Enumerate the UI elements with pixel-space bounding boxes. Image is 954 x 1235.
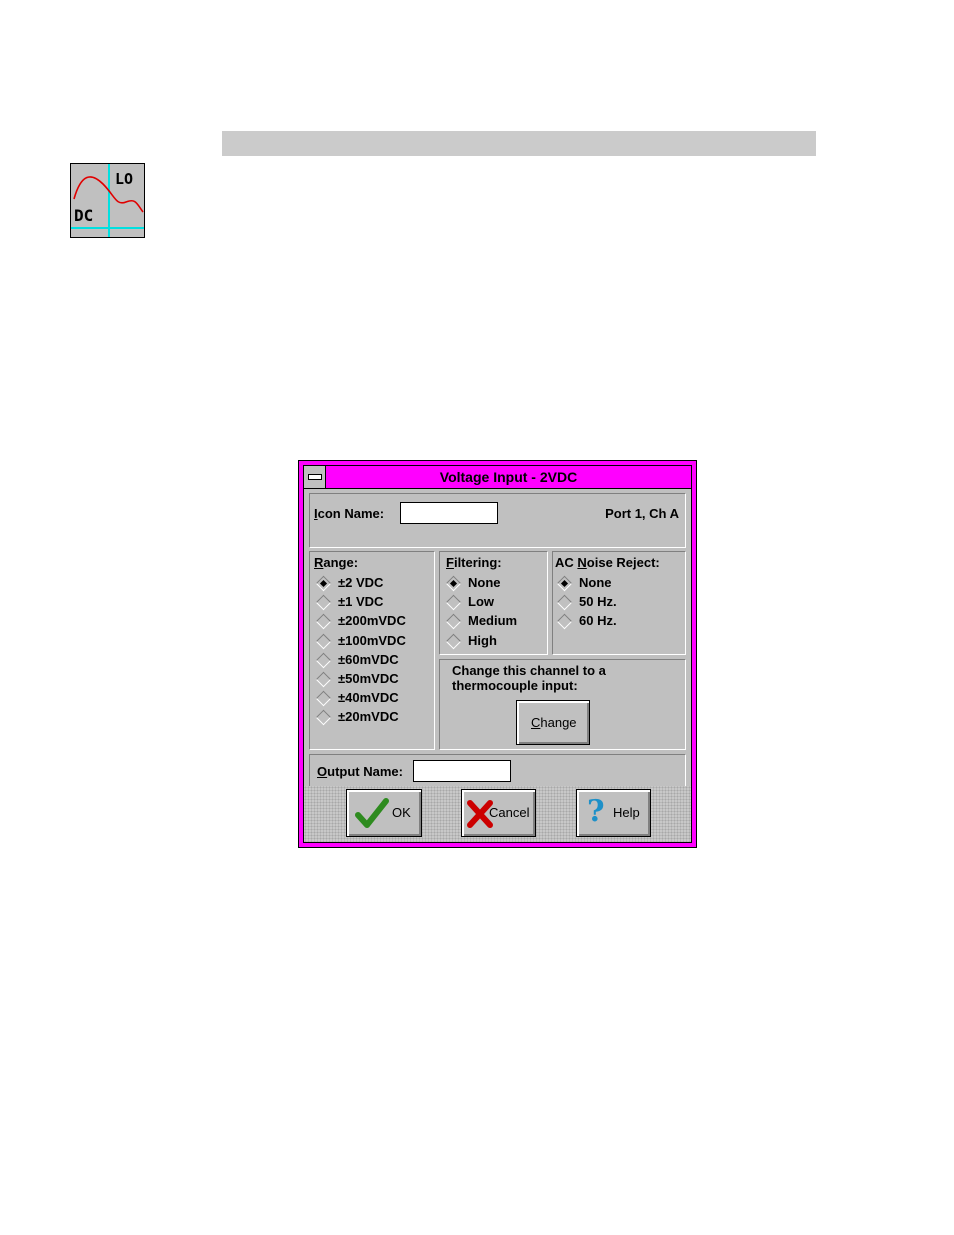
range-label: Range: (314, 555, 359, 570)
icon-name-panel: Icon Name: Port 1, Ch A (309, 493, 686, 548)
radio-button-icon[interactable] (445, 614, 462, 630)
ok-button[interactable]: OK (346, 789, 422, 837)
range-option-label: ±20mVDC (338, 709, 399, 725)
range-option-label: ±100mVDC (338, 632, 406, 648)
ac-noise-option-label: 60 Hz. (579, 613, 617, 629)
radio-button-icon[interactable] (315, 671, 332, 688)
radio-button-icon[interactable] (315, 614, 332, 630)
radio-button-icon[interactable] (556, 594, 573, 611)
help-button[interactable]: ? Help (576, 789, 651, 837)
radio-button-icon[interactable] (556, 575, 573, 592)
range-option-label: ±40mVDC (338, 690, 399, 706)
output-name-label: Output Name: (317, 764, 403, 779)
range-option-label: ±2 VDC (338, 575, 384, 590)
radio-button-icon[interactable] (556, 614, 573, 630)
range-panel: Range: ±2 VDC ±1 VDC ±200mVDC ±100mVDC ±60mV… (309, 551, 435, 750)
cancel-button[interactable]: Cancel (461, 789, 536, 837)
radio-button-icon[interactable] (315, 652, 332, 669)
radio-button-icon[interactable] (315, 594, 332, 611)
filtering-label: Filtering: (446, 555, 502, 570)
voltage-input-dialog: Voltage Input - 2VDC Icon Name: Port 1, … (298, 460, 697, 848)
ac-noise-option-label: None (579, 575, 612, 590)
button-strip: OK Cancel ? Help (304, 786, 691, 842)
radio-button-icon[interactable] (315, 690, 332, 707)
filtering-panel: Filtering: None Low Medium High (439, 551, 548, 655)
ac-noise-reject-panel: AC Noise Reject: None 50 Hz. 60 Hz. (552, 551, 686, 655)
icon-label-dc: DC (74, 206, 94, 225)
filtering-option-label: High (468, 632, 497, 648)
top-gray-bar (222, 131, 816, 156)
output-name-input[interactable] (413, 760, 511, 782)
change-description-line2: thermocouple input: (452, 678, 578, 693)
dialog-title: Voltage Input - 2VDC (439, 469, 578, 485)
checkmark-icon (355, 798, 389, 828)
filtering-option-label: Medium (468, 613, 518, 629)
radio-button-icon[interactable] (445, 575, 462, 592)
range-option-label: ±60mVDC (338, 651, 399, 667)
output-name-panel: Output Name: (309, 754, 686, 788)
radio-button-icon[interactable] (315, 710, 332, 726)
change-button[interactable]: Change (516, 700, 590, 745)
icon-name-label: Icon Name: (314, 506, 385, 521)
waveform-graphic (71, 164, 144, 237)
radio-button-icon[interactable] (315, 575, 332, 592)
range-option-label: ±50mVDC (338, 671, 399, 686)
help-question-icon: ? (587, 794, 605, 829)
ac-noise-option-label: 50 Hz. (579, 594, 617, 610)
change-input-panel: Change this channel to a thermocouple in… (439, 659, 686, 750)
port-channel-text: Port 1, Ch A (605, 506, 679, 521)
radio-button-icon[interactable] (445, 633, 462, 649)
cancel-button-label: Cancel (489, 805, 530, 820)
icon-name-input[interactable] (400, 502, 498, 524)
ac-noise-reject-label: AC Noise Reject: (555, 555, 660, 570)
range-option-label: ±200mVDC (338, 613, 406, 629)
change-button-label: Change (531, 715, 577, 730)
filtering-option-label: Low (468, 594, 494, 610)
dialog-body: Voltage Input - 2VDC Icon Name: Port 1, … (303, 465, 692, 843)
system-menu-icon (308, 474, 322, 480)
title-bar[interactable]: Voltage Input - 2VDC (304, 466, 691, 489)
icon-label-lo: LO (115, 170, 134, 188)
filtering-option-label: None (468, 575, 501, 590)
radio-button-icon[interactable] (315, 633, 332, 649)
help-button-label: Help (613, 805, 640, 820)
ok-button-label: OK (392, 805, 411, 820)
range-option-label: ±1 VDC (338, 594, 384, 610)
radio-button-icon[interactable] (445, 594, 462, 611)
system-menu-button[interactable] (304, 466, 326, 488)
change-description-line1: Change this channel to a (452, 663, 606, 678)
voltage-input-app-icon[interactable]: LO DC (70, 163, 145, 238)
